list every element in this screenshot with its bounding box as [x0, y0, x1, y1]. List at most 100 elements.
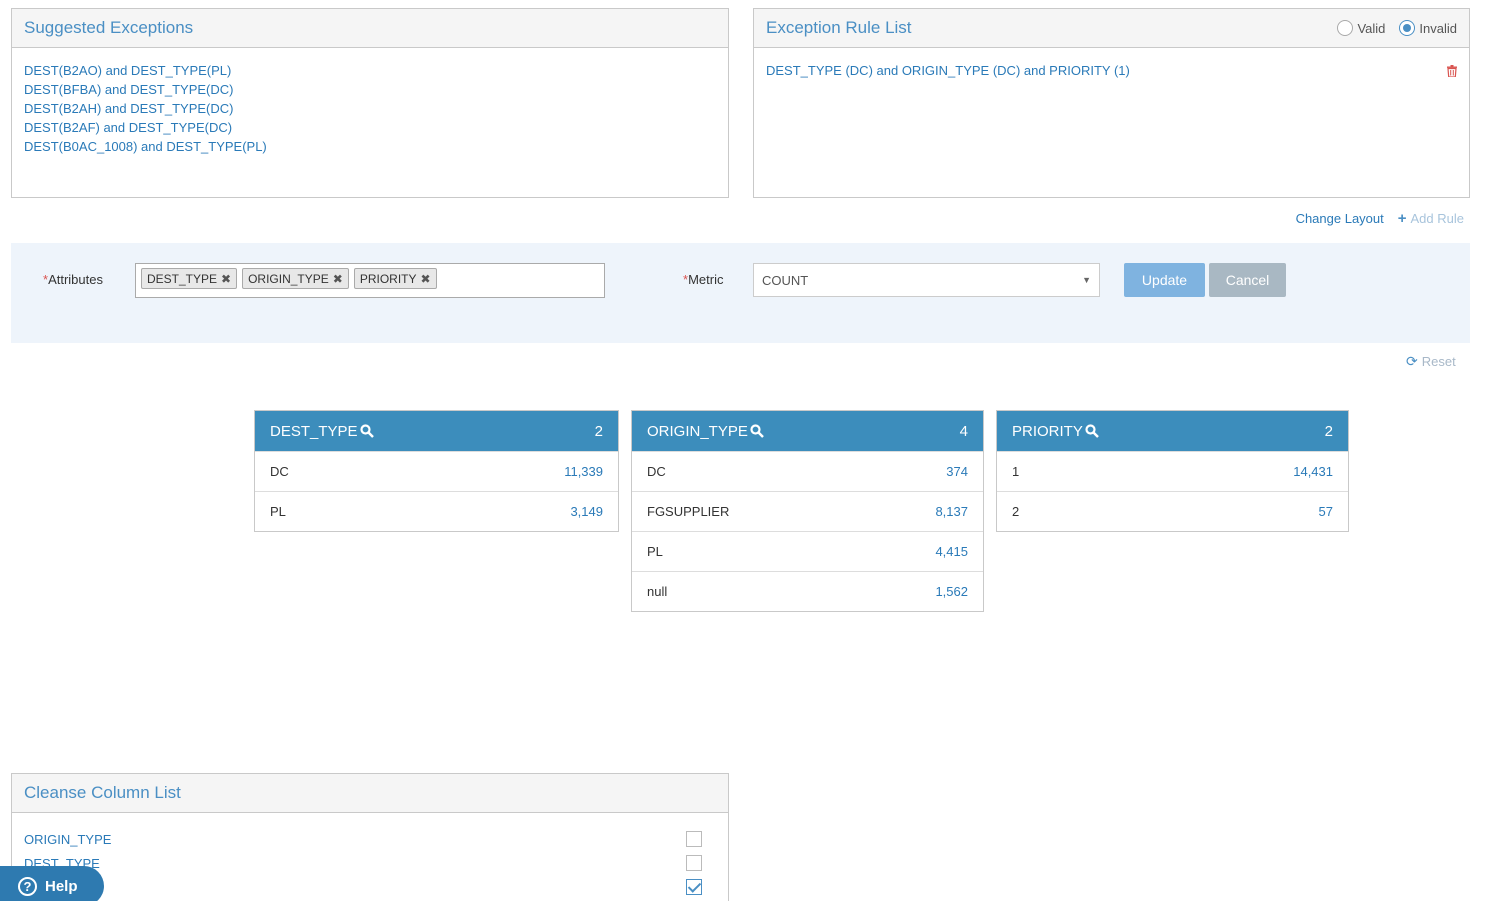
table-header: DEST_TYPE 2	[255, 411, 618, 451]
attributes-label-text: Attributes	[48, 272, 103, 287]
cleanse-column-list: ORIGIN_TYPE DEST_TYPE	[12, 813, 728, 901]
table-count: 2	[1324, 422, 1333, 440]
list-item	[24, 875, 716, 899]
table-row[interactable]: null 1,562	[632, 571, 983, 611]
table-row[interactable]: DC 374	[632, 451, 983, 491]
add-rule-label: Add Rule	[1410, 211, 1464, 226]
radio-invalid-label: Invalid	[1419, 20, 1457, 36]
attribute-tag: DEST_TYPE ✖	[141, 268, 238, 289]
exception-rule-list-panel: Exception Rule List Valid Invalid DEST_T…	[753, 8, 1470, 198]
change-layout-link[interactable]: Change Layout	[1296, 211, 1384, 226]
cancel-button[interactable]: Cancel	[1209, 263, 1286, 297]
rule-link[interactable]: DEST_TYPE (DC) and ORIGIN_TYPE (DC) and …	[766, 61, 1130, 80]
metric-select-value: COUNT	[762, 272, 809, 288]
search-icon[interactable]	[1085, 424, 1099, 438]
cleanse-checkbox-checked[interactable]	[686, 879, 702, 895]
table-count: 4	[959, 422, 968, 440]
help-button[interactable]: ? Help	[0, 866, 104, 901]
row-label: DC	[270, 464, 289, 479]
cleanse-column-list-header: Cleanse Column List	[12, 774, 728, 813]
refresh-icon: ⟳	[1406, 353, 1418, 369]
row-value[interactable]: 374	[946, 464, 968, 479]
table-title: ORIGIN_TYPE	[647, 422, 748, 440]
suggested-exception-item[interactable]: DEST(B2AF) and DEST_TYPE(DC)	[24, 118, 716, 137]
search-icon[interactable]	[359, 424, 374, 438]
attributes-label: *Attributes	[43, 272, 103, 287]
suggested-exception-item[interactable]: DEST(B2AO) and DEST_TYPE(PL)	[24, 61, 716, 80]
radio-invalid-circle[interactable]	[1399, 20, 1416, 36]
row-value[interactable]: 1,562	[935, 584, 968, 599]
filter-bar: *Attributes DEST_TYPE ✖ ORIGIN_TYPE ✖ PR…	[11, 243, 1470, 343]
table-count: 2	[594, 422, 603, 440]
remove-tag-icon[interactable]: ✖	[333, 272, 343, 286]
table-header: ORIGIN_TYPE 4	[632, 411, 983, 451]
exception-rule-list-header: Exception Rule List Valid Invalid	[754, 9, 1469, 48]
row-label: 2	[1012, 504, 1020, 519]
remove-tag-icon[interactable]: ✖	[421, 272, 431, 286]
exception-rule-list: DEST_TYPE (DC) and ORIGIN_TYPE (DC) and …	[754, 48, 1469, 93]
suggested-exception-item[interactable]: DEST(B2AH) and DEST_TYPE(DC)	[24, 99, 716, 118]
row-label: null	[647, 584, 668, 599]
cleanse-checkbox[interactable]	[686, 855, 702, 871]
row-value[interactable]: 8,137	[935, 504, 968, 519]
exception-rule-list-title: Exception Rule List	[766, 18, 912, 37]
origin-type-table: ORIGIN_TYPE 4 DC 374 FGSUPPLIER 8,137 PL 4,…	[631, 410, 984, 612]
dest-type-table: DEST_TYPE 2 DC 11,339 PL 3,149	[254, 410, 619, 532]
list-item: ORIGIN_TYPE	[24, 827, 716, 851]
metric-label: *Metric	[683, 272, 723, 287]
priority-table: PRIORITY 2 1 14,431 2 57	[996, 410, 1349, 532]
radio-valid-label: Valid	[1357, 20, 1386, 36]
attribute-tag-label: PRIORITY	[359, 271, 417, 286]
row-label: 1	[1012, 464, 1020, 479]
attribute-tag-label: ORIGIN_TYPE	[248, 271, 329, 286]
chevron-down-icon: ▼	[1082, 275, 1091, 285]
table-row[interactable]: 2 57	[997, 491, 1348, 531]
row-value[interactable]: 14,431	[1293, 464, 1333, 479]
radio-valid-circle[interactable]	[1337, 20, 1354, 36]
metric-label-text: Metric	[688, 272, 724, 287]
attribute-tag: ORIGIN_TYPE ✖	[242, 268, 349, 289]
table-row[interactable]: PL 4,415	[632, 531, 983, 571]
suggested-exceptions-title: Suggested Exceptions	[24, 18, 194, 37]
update-button[interactable]: Update	[1124, 263, 1205, 297]
table-title: DEST_TYPE	[270, 422, 358, 440]
question-icon: ?	[18, 876, 37, 896]
search-icon[interactable]	[750, 424, 764, 438]
add-rule-button[interactable]: + Add Rule	[1398, 211, 1464, 226]
table-row[interactable]: PL 3,149	[255, 491, 618, 531]
rule-row: DEST_TYPE (DC) and ORIGIN_TYPE (DC) and …	[766, 61, 1457, 80]
list-item: DEST_TYPE	[24, 851, 716, 875]
table-row[interactable]: DC 11,339	[255, 451, 618, 491]
cleanse-checkbox[interactable]	[686, 831, 702, 847]
radio-invalid[interactable]: Invalid	[1399, 20, 1457, 36]
suggested-exceptions-panel: Suggested Exceptions DEST(B2AO) and DEST…	[11, 8, 729, 198]
table-header: PRIORITY 2	[997, 411, 1348, 451]
attribute-tag: PRIORITY ✖	[353, 268, 437, 289]
table-title: PRIORITY	[1012, 422, 1083, 440]
suggested-exceptions-list: DEST(B2AO) and DEST_TYPE(PL) DEST(BFBA) …	[12, 48, 728, 169]
radio-valid[interactable]: Valid	[1337, 20, 1385, 36]
row-label: FGSUPPLIER	[647, 504, 730, 519]
reset-label: Reset	[1421, 354, 1456, 369]
plus-icon: +	[1397, 210, 1407, 227]
attributes-tag-input[interactable]: DEST_TYPE ✖ ORIGIN_TYPE ✖ PRIORITY ✖	[135, 263, 605, 298]
validity-radio-group: Valid Invalid	[1337, 20, 1457, 36]
row-value[interactable]: 4,415	[935, 544, 968, 559]
row-value[interactable]: 11,339	[564, 464, 603, 479]
suggested-exception-item[interactable]: DEST(BFBA) and DEST_TYPE(DC)	[24, 80, 716, 99]
reset-button[interactable]: ⟳ Reset	[1406, 353, 1456, 370]
cleanse-column-list-title: Cleanse Column List	[24, 783, 181, 802]
row-value[interactable]: 57	[1319, 504, 1333, 519]
row-value[interactable]: 3,149	[570, 504, 603, 519]
help-label: Help	[45, 877, 78, 895]
table-row[interactable]: FGSUPPLIER 8,137	[632, 491, 983, 531]
cleanse-column-list-panel: Cleanse Column List ORIGIN_TYPE DEST_TYP…	[11, 773, 729, 901]
cleanse-column-link[interactable]: ORIGIN_TYPE	[24, 830, 111, 849]
row-label: PL	[647, 544, 663, 559]
trash-icon[interactable]	[1447, 64, 1457, 77]
table-row[interactable]: 1 14,431	[997, 451, 1348, 491]
suggested-exception-item[interactable]: DEST(B0AC_1008) and DEST_TYPE(PL)	[24, 137, 716, 156]
remove-tag-icon[interactable]: ✖	[221, 272, 231, 286]
metric-select[interactable]: COUNT ▼	[753, 263, 1100, 297]
attribute-tag-label: DEST_TYPE	[147, 271, 218, 286]
